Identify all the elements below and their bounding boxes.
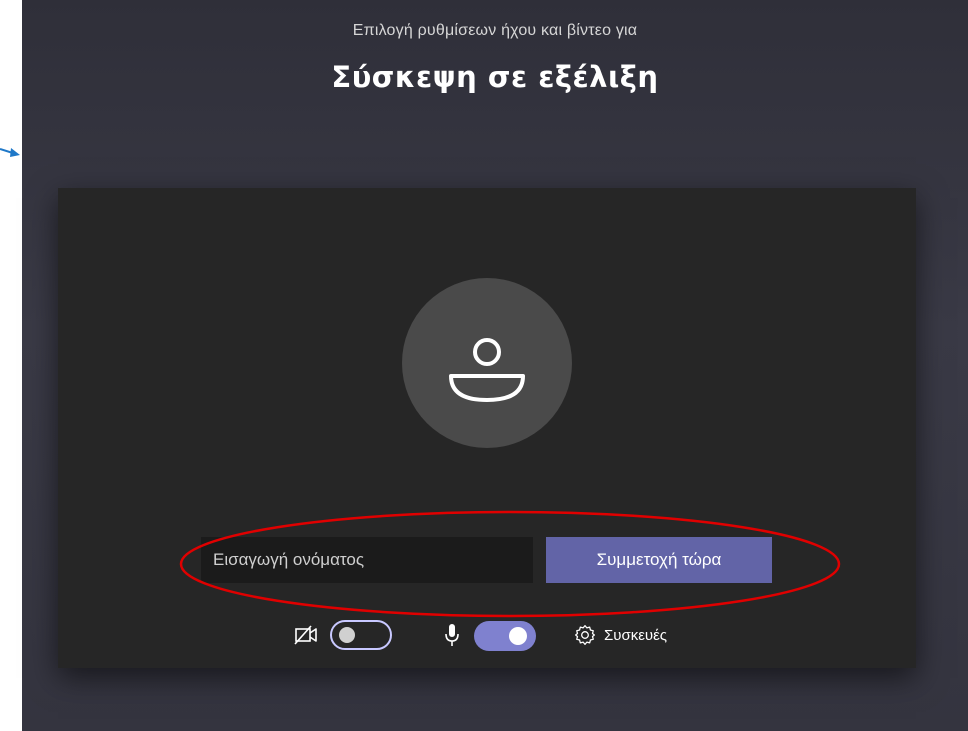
video-preview-panel: Συμμετοχή τώρα Συσκευές <box>58 188 916 668</box>
devices-label: Συσκευές <box>604 626 668 644</box>
microphone-icon[interactable] <box>444 622 460 648</box>
gear-icon <box>575 625 595 645</box>
camera-toggle-knob <box>339 627 355 643</box>
name-input[interactable] <box>201 537 533 583</box>
microphone-toggle-knob <box>509 627 527 645</box>
meeting-title: Σύσκεψη σε εξέλιξη <box>331 60 659 94</box>
person-icon <box>449 338 525 402</box>
microphone-toggle[interactable] <box>474 621 536 651</box>
pre-join-screen: Επιλογή ρυθμίσεων ήχου και βίντεο για Σύ… <box>22 0 968 731</box>
pointer-arrow-icon <box>0 148 20 157</box>
camera-toggle[interactable] <box>330 620 392 650</box>
page-subtitle: Επιλογή ρυθμίσεων ήχου και βίντεο για <box>352 22 638 39</box>
join-now-button[interactable]: Συμμετοχή τώρα <box>546 537 772 583</box>
camera-off-icon[interactable] <box>294 624 320 646</box>
avatar <box>402 278 572 448</box>
devices-button[interactable]: Συσκευές <box>574 623 667 647</box>
left-margin <box>0 0 22 731</box>
